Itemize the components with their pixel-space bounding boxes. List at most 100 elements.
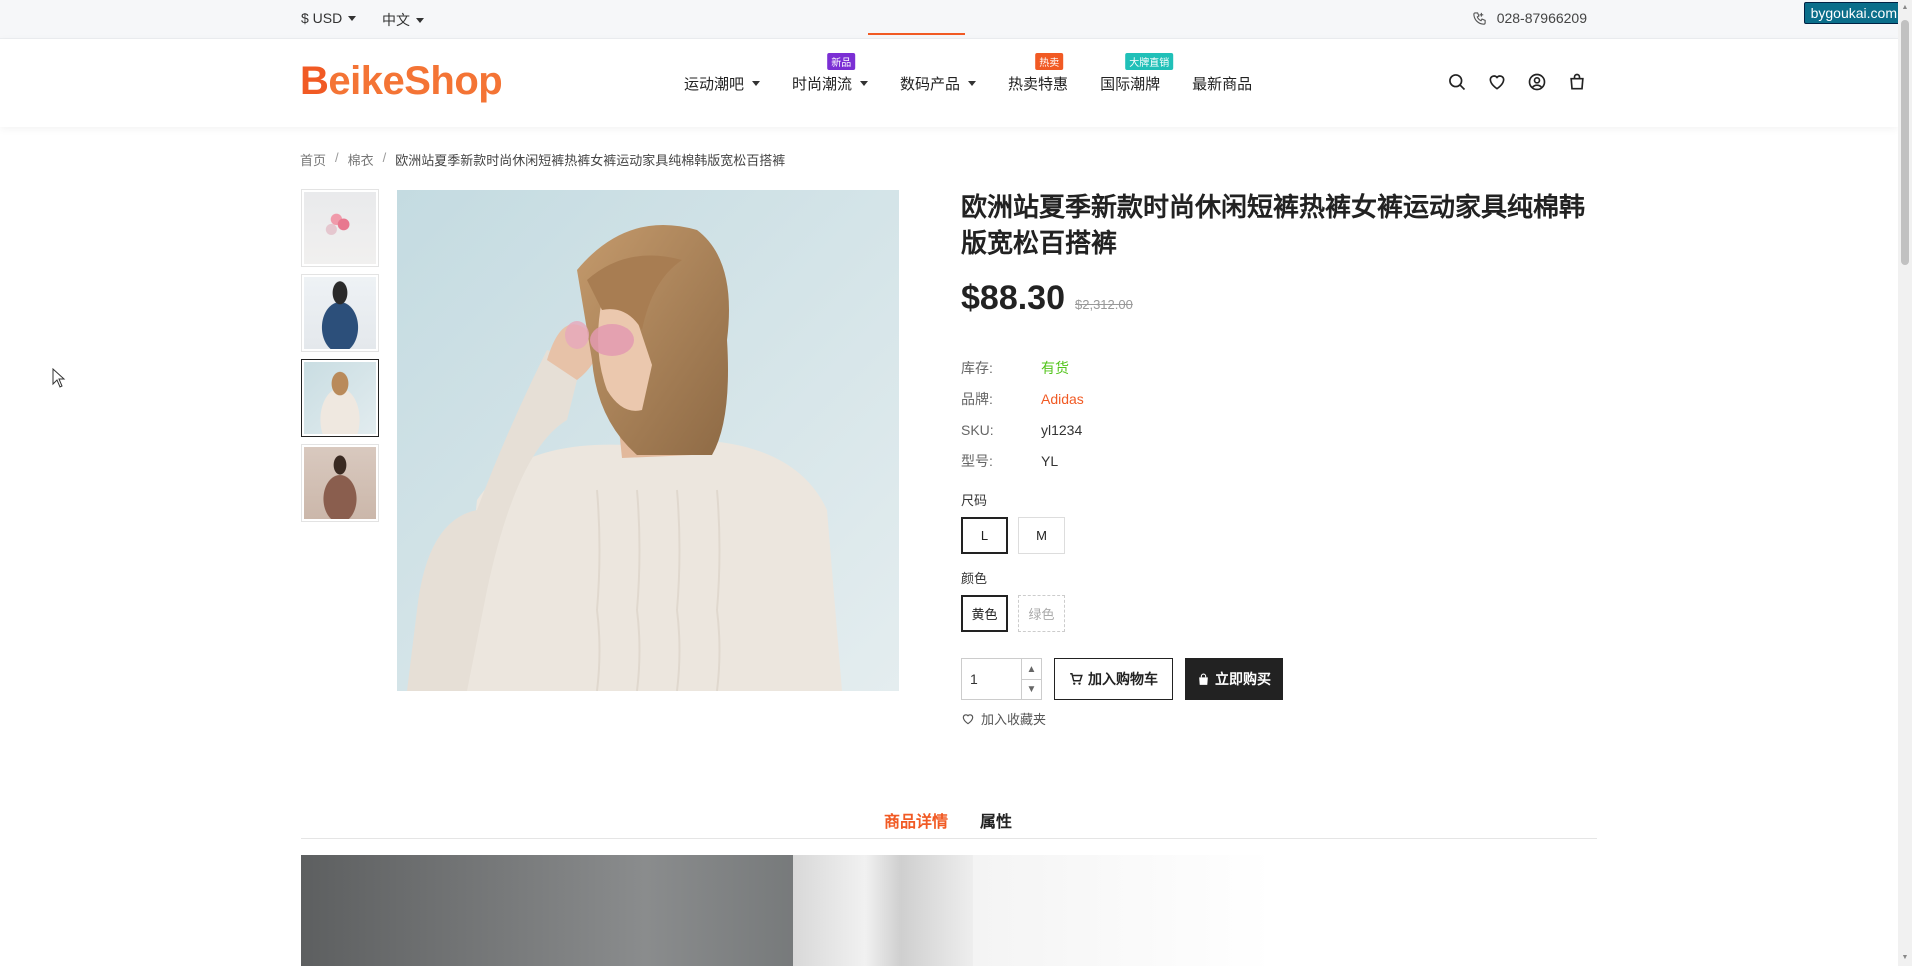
- page-scrollbar[interactable]: ▲ ▼: [1898, 0, 1912, 966]
- thumbnail-list: [301, 189, 381, 529]
- buy-now-button[interactable]: 立即购买: [1185, 658, 1283, 700]
- size-options: L M: [961, 517, 1591, 554]
- breadcrumb-separator: /: [382, 150, 387, 165]
- size-label: 尺码: [961, 493, 988, 508]
- spec-stock: 库存: 有货: [961, 352, 1591, 383]
- color-options: 黄色 绿色: [961, 595, 1591, 632]
- product-specs: 库存: 有货 品牌: Adidas SKU: yl1234 型号: YL: [961, 352, 1591, 476]
- chevron-down-icon: [752, 81, 761, 86]
- spec-model: 型号: YL: [961, 445, 1591, 476]
- breadcrumb-current: 欧洲站夏季新款时尚休闲短裤热裤女裤运动家具纯棉韩版宽松百搭裤: [395, 153, 786, 168]
- scroll-up-icon[interactable]: ▲: [1901, 4, 1909, 12]
- spec-key: 型号:: [961, 452, 993, 469]
- site-header: BeikeShop 运动潮吧 时尚潮流 新品 数码产品 热卖特惠 热卖 国际潮牌 大牌直销 最新…: [0, 39, 1898, 127]
- nav-item-label: 最新商品: [1192, 76, 1253, 93]
- currency-label: $ USD: [301, 10, 343, 26]
- phone-icon: [1472, 11, 1486, 25]
- heart-icon[interactable]: [1487, 72, 1507, 92]
- heart-icon: [962, 713, 974, 724]
- nav-item-label: 国际潮牌: [1100, 76, 1161, 93]
- scrollbar-thumb[interactable]: [1901, 20, 1909, 265]
- nav-item[interactable]: 时尚潮流 新品: [792, 53, 869, 94]
- product-photo: [397, 190, 899, 691]
- chevron-down-icon: [348, 15, 357, 21]
- add-to-cart-label: 加入购物车: [1088, 671, 1158, 687]
- add-to-cart-button[interactable]: 加入购物车: [1054, 658, 1173, 700]
- breadcrumb-home[interactable]: 首页: [300, 150, 326, 169]
- product-main-image[interactable]: [397, 190, 899, 691]
- chevron-down-icon: [416, 17, 424, 23]
- scroll-down-icon[interactable]: ▼: [1901, 954, 1909, 962]
- breadcrumb-separator: /: [335, 150, 339, 165]
- breadcrumb-category[interactable]: 棉衣: [348, 150, 374, 169]
- product-old-price: $2,312.00: [1075, 297, 1133, 312]
- spec-sku: SKU: yl1234: [961, 414, 1591, 445]
- nav-item[interactable]: 热卖特惠 热卖: [1008, 53, 1069, 94]
- mouse-cursor-icon: [52, 368, 66, 388]
- tab-details[interactable]: 商品详情: [884, 808, 948, 832]
- tab-active-indicator: [868, 33, 965, 35]
- spec-value: yl1234: [1041, 421, 1083, 438]
- nav-badge: 新品: [827, 53, 856, 74]
- spec-value[interactable]: Adidas: [1041, 391, 1084, 407]
- nav-badge: 热卖: [1035, 53, 1064, 74]
- nav-item-label: 运动潮吧: [684, 76, 745, 93]
- nav-item[interactable]: 最新商品: [1192, 73, 1252, 94]
- language-selector[interactable]: 中文: [382, 10, 424, 30]
- spec-key: 库存:: [961, 359, 993, 376]
- phone-contact: 028-87966209: [1472, 10, 1587, 26]
- bag-icon: [1199, 673, 1208, 685]
- product-info: 欧洲站夏季新款时尚休闲短裤热裤女裤运动家具纯棉韩版宽松百搭裤 $88.30 $2…: [961, 189, 1591, 728]
- header-icons: [1447, 72, 1587, 92]
- nav-badge: 大牌直销: [1125, 53, 1174, 74]
- color-option[interactable]: 绿色: [1018, 595, 1065, 632]
- thumbnail-jacket-person[interactable]: [301, 274, 379, 352]
- quantity-stepper[interactable]: 1 ▲ ▼: [961, 658, 1042, 700]
- phone-number: 028-87966209: [1496, 10, 1587, 26]
- tab-attributes[interactable]: 属性: [980, 808, 1012, 832]
- add-favorite-link[interactable]: 加入收藏夹: [961, 709, 1591, 728]
- thumbnail-flowers[interactable]: [301, 189, 379, 267]
- chevron-down-icon: [968, 81, 977, 86]
- purchase-row: 1 ▲ ▼ 加入购物车 立即购买: [961, 658, 1591, 700]
- nav-item-label: 数码产品: [900, 76, 961, 93]
- spec-brand: 品牌: Adidas: [961, 383, 1591, 414]
- size-option[interactable]: M: [1018, 517, 1065, 554]
- product-detail-image: [301, 855, 1597, 966]
- language-label: 中文: [382, 12, 410, 28]
- watermark-badge: bygoukai.com: [1803, 2, 1904, 24]
- thumbnail-sweater-woman[interactable]: [301, 359, 379, 437]
- product-tabs: 商品详情 属性: [301, 804, 1597, 839]
- user-icon[interactable]: [1527, 72, 1547, 92]
- nav-item[interactable]: 国际潮牌 大牌直销: [1100, 53, 1174, 94]
- site-logo[interactable]: BeikeShop: [300, 59, 503, 104]
- logo-text: eikeShop: [328, 59, 503, 103]
- add-favorite-label: 加入收藏夹: [981, 712, 1047, 727]
- breadcrumb: 首页 / 棉衣 / 欧洲站夏季新款时尚休闲短裤热裤女裤运动家具纯棉韩版宽松百搭裤: [300, 150, 785, 169]
- color-label: 颜色: [961, 571, 988, 586]
- nav-item[interactable]: 运动潮吧: [684, 73, 761, 94]
- cart-icon[interactable]: [1567, 72, 1587, 92]
- cart-icon: [1070, 673, 1083, 685]
- search-icon[interactable]: [1447, 72, 1467, 92]
- nav-item[interactable]: 数码产品: [900, 73, 977, 94]
- main-nav: 运动潮吧 时尚潮流 新品 数码产品 热卖特惠 热卖 国际潮牌 大牌直销 最新商品: [684, 53, 1284, 94]
- chevron-down-icon[interactable]: ▼: [1021, 679, 1041, 699]
- nav-item-label: 热卖特惠: [1008, 76, 1069, 93]
- product-title: 欧洲站夏季新款时尚休闲短裤热裤女裤运动家具纯棉韩版宽松百搭裤: [961, 192, 1586, 258]
- product-price: $88.30: [961, 279, 1065, 317]
- buy-now-label: 立即购买: [1215, 671, 1271, 687]
- currency-selector[interactable]: $ USD: [301, 10, 357, 26]
- nav-item-label: 时尚潮流: [792, 76, 853, 93]
- quantity-value: 1: [970, 671, 978, 687]
- spec-value: 有货: [1041, 359, 1069, 376]
- chevron-up-icon[interactable]: ▲: [1021, 659, 1041, 679]
- spec-value: YL: [1041, 452, 1059, 469]
- color-option[interactable]: 黄色: [961, 595, 1008, 632]
- chevron-down-icon: [860, 81, 869, 86]
- size-option[interactable]: L: [961, 517, 1008, 554]
- logo-letter: B: [300, 59, 329, 103]
- price-row: $88.30 $2,312.00: [961, 279, 1591, 318]
- thumbnail-coat-man[interactable]: [301, 444, 379, 522]
- spec-key: 品牌:: [961, 390, 993, 407]
